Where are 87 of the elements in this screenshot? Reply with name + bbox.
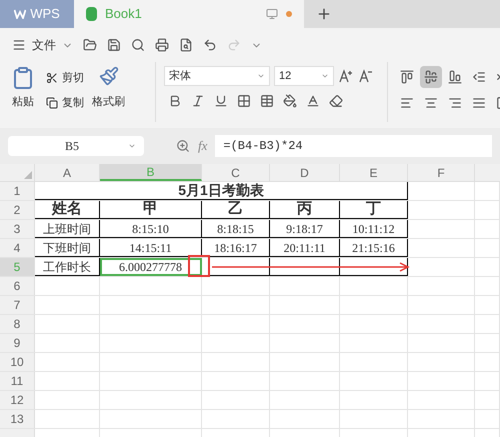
eraser-icon[interactable] [329,94,343,108]
menu-icon[interactable] [12,38,26,52]
column-header[interactable]: D [270,164,340,181]
font-size-dropdown[interactable]: 12 [274,66,334,86]
copy-icon[interactable] [46,96,58,109]
file-menu[interactable]: 文件 [32,36,56,54]
table-cell[interactable]: 6.000277778 [100,258,202,276]
name-box[interactable]: B5 [8,136,144,156]
monitor-icon[interactable] [266,8,278,20]
paste-button[interactable]: 粘贴 [12,94,34,110]
row-header[interactable]: 13 [0,410,35,428]
table-icon[interactable] [260,94,274,108]
italic-icon[interactable] [191,94,205,108]
caret-icon [128,142,136,150]
table-cell[interactable]: 21:15:16 [340,239,408,257]
cut-button[interactable]: 剪切 [62,70,84,86]
row-header[interactable]: 9 [0,334,35,352]
table-cell[interactable] [340,258,408,276]
column-header[interactable]: F [408,164,475,181]
row-header[interactable]: 8 [0,315,35,333]
format-painter-button[interactable]: 格式刷 [92,94,125,110]
paint-bucket-icon[interactable] [283,94,297,108]
outdent-icon[interactable] [472,70,486,84]
row-header[interactable]: 7 [0,296,35,314]
table-cell[interactable]: 20:11:11 [270,239,340,257]
table-cell[interactable]: 姓名 [35,201,100,219]
selected-button-background[interactable] [420,66,442,88]
zoom-icon[interactable] [176,139,190,153]
search-icon[interactable] [131,38,145,52]
app-tab-label: WPS [30,5,60,24]
row-header[interactable]: 12 [0,391,35,409]
justify-icon[interactable] [472,96,486,110]
align-center-icon[interactable] [424,96,438,110]
save-icon[interactable] [107,38,121,52]
plus-icon[interactable] [316,6,332,22]
align-middle-icon[interactable] [424,70,438,84]
align-left-icon[interactable] [400,96,414,110]
bold-icon[interactable] [168,94,182,108]
row-header[interactable]: 10 [0,353,35,371]
row-header[interactable]: 1 [0,182,35,200]
shrink-font-icon[interactable] [358,68,374,84]
table-cell[interactable]: 丙 [270,201,340,219]
row-header[interactable]: 4 [0,239,35,257]
table-cell[interactable]: 下班时间 [35,239,100,257]
grow-font-icon[interactable] [338,68,354,84]
copy-button[interactable]: 复制 [62,94,84,111]
print-preview-icon[interactable] [179,38,193,52]
row-header[interactable]: 2 [0,201,35,219]
annotation-box [188,255,210,277]
scissors-icon[interactable] [46,72,58,84]
column-header[interactable]: E [340,164,408,181]
align-bottom-icon[interactable] [448,70,462,84]
table-cell[interactable]: 18:16:17 [202,239,270,257]
spreadsheet-icon [86,7,97,21]
align-top-icon[interactable] [400,70,414,84]
borders-icon[interactable] [237,94,251,108]
table-cell[interactable]: 8:18:15 [202,220,270,238]
table-cell[interactable]: 14:15:11 [100,239,202,257]
table-cell[interactable]: 丁 [340,201,408,219]
formula-field[interactable]: =(B4-B3)*24 [215,135,492,157]
font-color-icon[interactable] [306,94,320,108]
font-name-dropdown[interactable]: 宋体 [164,66,270,86]
caret-icon [321,72,329,80]
undo-icon[interactable] [203,38,217,52]
table-cell[interactable]: 上班时间 [35,220,100,238]
tab-title: Book1 [105,5,142,24]
column-header[interactable]: C [202,164,270,181]
row-header[interactable]: 11 [0,372,35,390]
table-cell[interactable] [270,258,340,276]
underline-icon[interactable] [214,94,228,108]
table-cell[interactable]: 甲 [100,201,202,219]
table-cell[interactable]: 9:18:17 [270,220,340,238]
row-header[interactable]: 6 [0,277,35,295]
table-cell[interactable]: 8:15:10 [100,220,202,238]
table-cell[interactable]: 工作时长 [35,258,100,276]
printer-icon[interactable] [155,38,169,52]
caret-icon [257,72,265,80]
table-cell[interactable]: 乙 [202,201,270,219]
title-cell[interactable]: 5月1日考勤表 [35,182,408,200]
wps-logo-icon [14,9,26,19]
table-cell[interactable]: 10:11:12 [340,220,408,238]
row-header[interactable]: 3 [0,220,35,238]
paste-icon[interactable] [11,66,35,90]
corner-triangle-icon[interactable] [24,171,32,179]
align-right-icon[interactable] [448,96,462,110]
format-painter-icon[interactable] [98,66,118,86]
folder-icon[interactable] [83,38,97,52]
